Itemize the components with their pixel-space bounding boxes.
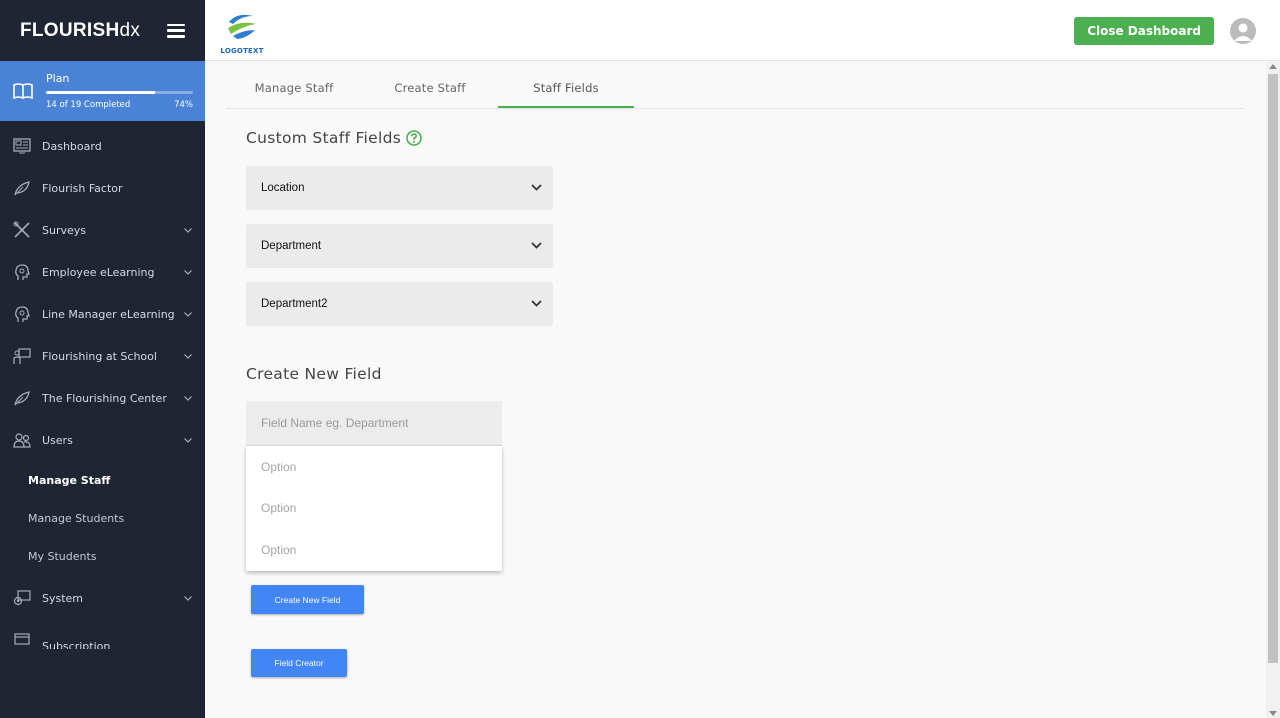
sidebar-item-label: Surveys (42, 223, 86, 237)
brand-bar: FLOURISHdx (0, 0, 205, 61)
subscription-icon (12, 629, 32, 649)
head-icon (12, 262, 32, 282)
sidebar-item-label: Flourish Factor (42, 181, 123, 195)
logo-text: LOGOTEXT (220, 47, 264, 55)
system-settings-icon (12, 588, 32, 608)
brand-suffix: dx (119, 19, 141, 41)
sidebar-item-label: The Flourishing Center (42, 391, 167, 405)
leaf-icon (12, 388, 32, 408)
plan-progress-fill (46, 91, 155, 94)
sidebar-item-label: Flourishing at School (42, 349, 157, 363)
chevron-down-icon (183, 351, 193, 361)
sidebar-item-flourish-factor[interactable]: Flourish Factor (0, 167, 205, 209)
option-item[interactable]: Option (246, 446, 502, 488)
scroll-up-arrow-icon[interactable] (1269, 64, 1277, 69)
tools-icon (12, 220, 32, 240)
sidebar-item-label: Subscription (42, 640, 111, 649)
plan-title: Plan (46, 72, 70, 85)
brand-logo[interactable]: FLOURISHdx (20, 20, 140, 42)
field-creator-button[interactable]: Field Creator (251, 649, 347, 677)
scroll-down-arrow-icon[interactable] (1269, 711, 1277, 716)
sidebar-item-label: System (42, 591, 84, 605)
sidebar-subitem-manage-students[interactable]: Manage Students (0, 499, 205, 537)
sidebar-subitem-manage-staff[interactable]: Manage Staff (0, 461, 205, 499)
plan-progress-bar (46, 91, 193, 94)
option-item[interactable]: Option (246, 529, 502, 571)
page-scrollbar[interactable] (1266, 62, 1280, 718)
plan-progress-text: 14 of 19 Completed (46, 100, 131, 110)
head-icon (12, 304, 32, 324)
company-logo[interactable]: LOGOTEXT (219, 10, 265, 55)
chevron-down-icon (183, 593, 193, 603)
brand-name: FLOURISH (20, 19, 120, 41)
close-dashboard-button[interactable]: Close Dashboard (1074, 17, 1214, 45)
sidebar-item-surveys[interactable]: Surveys (0, 209, 205, 251)
sidebar-subitem-my-students[interactable]: My Students (0, 537, 205, 575)
sidebar-item-label: Line Manager eLearning (42, 307, 175, 321)
top-bar: LOGOTEXT Close Dashboard (205, 0, 1280, 61)
sidebar-item-line-manager-elearning[interactable]: Line Manager eLearning (0, 293, 205, 335)
main-content: Manage Staff Create Staff Staff Fields C… (205, 62, 1266, 718)
tab-manage-staff[interactable]: Manage Staff (226, 72, 362, 108)
options-dropdown: Option Option Option (246, 446, 502, 571)
chevron-down-icon (531, 298, 542, 310)
field-name-input[interactable] (246, 401, 502, 446)
plan-percent: 74% (174, 100, 193, 110)
sidebar-item-dashboard[interactable]: Dashboard (0, 125, 205, 167)
scrollbar-thumb[interactable] (1268, 74, 1278, 663)
chevron-down-icon (531, 240, 542, 252)
chevron-down-icon (183, 267, 193, 277)
option-item[interactable]: Option (246, 488, 502, 530)
classroom-icon (12, 346, 32, 366)
sidebar: FLOURISHdx Plan 14 of 19 Completed 74% D… (0, 0, 205, 718)
sidebar-item-flourishing-center[interactable]: The Flourishing Center (0, 377, 205, 419)
leaf-icon (12, 178, 32, 198)
sidebar-item-system[interactable]: System (0, 577, 205, 619)
chevron-down-icon (183, 393, 193, 403)
book-icon (12, 83, 34, 99)
create-field-heading: Create New Field (246, 365, 382, 383)
sidebar-item-label: Dashboard (42, 139, 102, 153)
user-avatar-icon[interactable] (1230, 18, 1256, 44)
field-name: Department2 (261, 298, 328, 310)
custom-fields-title: Custom Staff Fields (246, 129, 402, 147)
plan-progress-card[interactable]: Plan 14 of 19 Completed 74% (0, 61, 205, 121)
sidebar-item-label: Employee eLearning (42, 265, 155, 279)
dashboard-icon (12, 136, 32, 156)
logo-swoosh-icon (228, 12, 256, 40)
chevron-down-icon (183, 309, 193, 319)
field-row-location[interactable]: Location (246, 166, 553, 210)
sidebar-item-flourishing-at-school[interactable]: Flourishing at School (0, 335, 205, 377)
help-question-icon[interactable] (406, 130, 422, 146)
sidebar-item-label: Users (42, 433, 73, 447)
sidebar-item-subscription[interactable]: Subscription (0, 619, 205, 649)
create-new-field-button[interactable]: Create New Field (251, 585, 364, 614)
field-name: Department (261, 240, 322, 252)
chevron-down-icon (183, 435, 193, 445)
sidebar-nav: Dashboard Flourish Factor Surveys Employ… (0, 121, 205, 649)
field-row-department2[interactable]: Department2 (246, 282, 553, 326)
field-name: Location (261, 182, 305, 194)
sidebar-item-employee-elearning[interactable]: Employee eLearning (0, 251, 205, 293)
field-row-department[interactable]: Department (246, 224, 553, 268)
menu-toggle-icon[interactable] (167, 23, 185, 38)
tab-bar: Manage Staff Create Staff Staff Fields (226, 72, 1244, 109)
tab-create-staff[interactable]: Create Staff (362, 72, 498, 108)
users-icon (12, 430, 32, 450)
chevron-down-icon (183, 225, 193, 235)
custom-fields-heading: Custom Staff Fields (246, 129, 422, 147)
sidebar-item-users[interactable]: Users (0, 419, 205, 461)
tab-staff-fields[interactable]: Staff Fields (498, 72, 634, 108)
chevron-down-icon (531, 182, 542, 194)
